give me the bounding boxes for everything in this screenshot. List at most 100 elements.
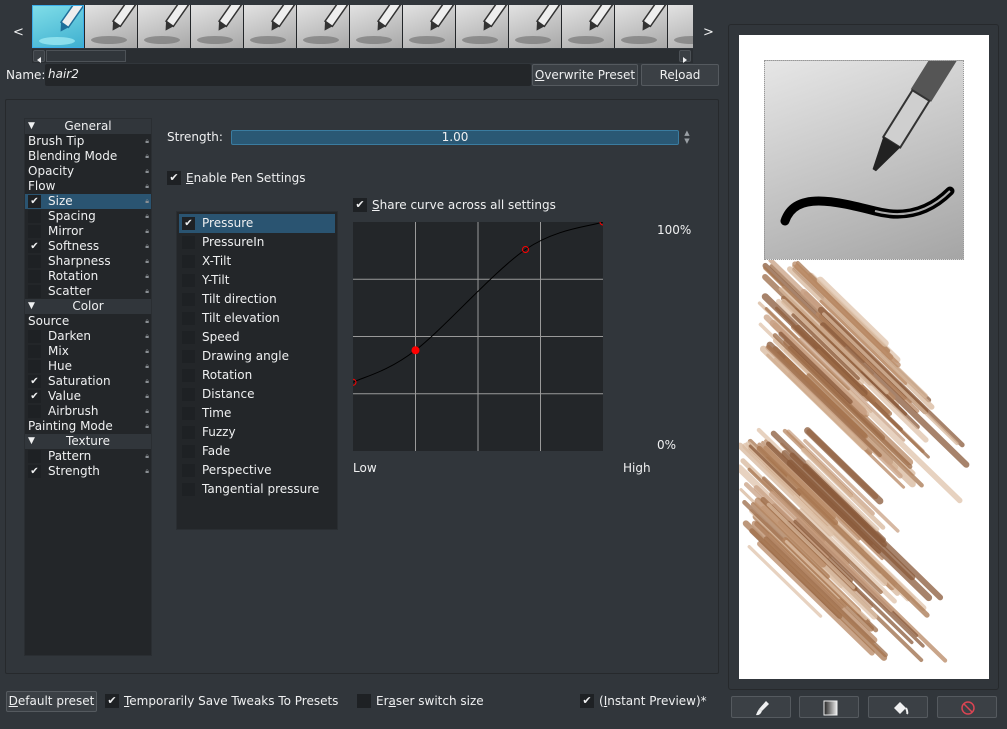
scroll-handle[interactable] — [46, 50, 126, 62]
paintbrush-button[interactable] — [731, 696, 791, 718]
temp-save-tweaks-label[interactable]: Temporarily Save Tweaks To Presets — [124, 694, 338, 708]
lock-icon[interactable]: 🔒︎ — [145, 269, 149, 284]
scratchpad-canvas[interactable] — [739, 35, 989, 679]
sensor-checkbox[interactable] — [182, 350, 195, 363]
curve-graph[interactable] — [349, 218, 607, 451]
preset-strip-prev-button[interactable]: < — [13, 25, 24, 40]
tree-category[interactable]: ▼ General — [25, 119, 151, 134]
temp-save-tweaks-checkbox[interactable]: ✔ — [105, 694, 119, 708]
tree-item[interactable]: Sharpness 🔒︎ — [25, 254, 151, 269]
lock-icon[interactable]: 🔒︎ — [145, 344, 149, 359]
option-checkbox[interactable]: ✔ — [28, 375, 41, 388]
sensor-item[interactable]: Fade — [177, 442, 337, 461]
tree-item[interactable]: ✔ Size 🔒︎ — [25, 194, 151, 209]
scroll-left-button[interactable] — [33, 50, 45, 63]
option-checkbox[interactable] — [28, 270, 41, 283]
instant-preview-label[interactable]: (Instant Preview)* — [599, 694, 707, 708]
sensor-item[interactable]: Y-Tilt — [177, 271, 337, 290]
lock-icon[interactable]: 🔒︎ — [145, 209, 149, 224]
sensor-item[interactable]: Time — [177, 404, 337, 423]
option-checkbox[interactable] — [28, 255, 41, 268]
lock-icon[interactable]: 🔒︎ — [145, 329, 149, 344]
strength-slider[interactable]: 1.00 — [231, 130, 679, 145]
preset-thumb[interactable] — [562, 5, 614, 48]
sensor-item[interactable]: Speed — [177, 328, 337, 347]
tree-item[interactable]: Hue 🔒︎ — [25, 359, 151, 374]
option-checkbox[interactable] — [28, 450, 41, 463]
tree-item[interactable]: ✔ Saturation 🔒︎ — [25, 374, 151, 389]
collapse-triangle-icon[interactable]: ▼ — [28, 119, 35, 134]
tree-item[interactable]: Scatter 🔒︎ — [25, 284, 151, 299]
tree-item[interactable]: Blending Mode 🔒︎ — [25, 149, 151, 164]
tree-item[interactable]: Painting Mode 🔒︎ — [25, 419, 151, 434]
sensor-checkbox[interactable] — [182, 312, 195, 325]
preset-name-input[interactable]: hair2 — [45, 64, 531, 86]
option-checkbox[interactable]: ✔ — [28, 465, 41, 478]
sensor-checkbox[interactable] — [182, 388, 195, 401]
preset-thumb[interactable] — [32, 5, 84, 48]
tree-item[interactable]: ✔ Strength 🔒︎ — [25, 464, 151, 479]
sensor-item[interactable]: Tangential pressure — [177, 480, 337, 499]
tree-item[interactable]: Flow 🔒︎ — [25, 179, 151, 194]
scroll-right-button[interactable] — [679, 50, 691, 63]
collapse-triangle-icon[interactable]: ▼ — [28, 434, 35, 449]
option-checkbox[interactable] — [28, 360, 41, 373]
lock-icon[interactable]: 🔒︎ — [145, 374, 149, 389]
fill-bucket-button[interactable] — [868, 696, 928, 718]
preset-thumb[interactable] — [456, 5, 508, 48]
sensor-checkbox[interactable] — [182, 445, 195, 458]
reload-button[interactable]: Reload — [641, 64, 719, 86]
preset-thumb[interactable] — [85, 5, 137, 48]
option-checkbox[interactable] — [28, 345, 41, 358]
eraser-switch-size-label[interactable]: Eraser switch size — [376, 694, 484, 708]
preset-thumb[interactable] — [297, 5, 349, 48]
sensor-item[interactable]: Distance — [177, 385, 337, 404]
preset-thumb[interactable] — [350, 5, 402, 48]
sensor-checkbox[interactable] — [182, 483, 195, 496]
option-checkbox[interactable]: ✔ — [28, 240, 41, 253]
share-curve-label[interactable]: Share curve across all settings — [372, 198, 556, 212]
tree-category[interactable]: ▼ Texture — [25, 434, 151, 449]
sensor-item[interactable]: X-Tilt — [177, 252, 337, 271]
curve-point-selected[interactable] — [411, 346, 420, 355]
tree-item[interactable]: Opacity 🔒︎ — [25, 164, 151, 179]
brush-option-tree[interactable]: ▼ General Brush Tip 🔒︎ Blending Mode 🔒︎ Opacit… — [24, 118, 152, 656]
preset-strip-next-button[interactable]: > — [703, 25, 714, 40]
option-checkbox[interactable] — [28, 210, 41, 223]
lock-icon[interactable]: 🔒︎ — [145, 134, 149, 149]
lock-icon[interactable]: 🔒︎ — [145, 404, 149, 419]
sensor-checkbox[interactable] — [182, 255, 195, 268]
sensor-checkbox[interactable] — [182, 464, 195, 477]
preset-thumb[interactable] — [615, 5, 667, 48]
tree-item[interactable]: Pattern 🔒︎ — [25, 449, 151, 464]
lock-icon[interactable]: 🔒︎ — [145, 419, 149, 434]
eraser-switch-size-checkbox[interactable] — [357, 694, 371, 708]
enable-pen-settings-label[interactable]: Enable Pen Settings — [186, 171, 306, 185]
tree-category[interactable]: ▼ Color — [25, 299, 151, 314]
lock-icon[interactable]: 🔒︎ — [145, 239, 149, 254]
option-checkbox[interactable]: ✔ — [28, 195, 41, 208]
preset-thumb[interactable] — [138, 5, 190, 48]
enable-pen-settings-checkbox[interactable]: ✔ — [167, 171, 181, 185]
strength-spinner[interactable]: ▲ ▼ — [682, 129, 692, 145]
tree-item[interactable]: Darken 🔒︎ — [25, 329, 151, 344]
lock-icon[interactable]: 🔒︎ — [145, 389, 149, 404]
preset-thumb[interactable] — [403, 5, 455, 48]
lock-icon[interactable]: 🔒︎ — [145, 224, 149, 239]
preset-strip-scrollbar[interactable] — [32, 49, 693, 63]
tree-item[interactable]: Rotation 🔒︎ — [25, 269, 151, 284]
share-curve-checkbox[interactable]: ✔ — [353, 198, 367, 212]
lock-icon[interactable]: 🔒︎ — [145, 194, 149, 209]
option-checkbox[interactable] — [28, 405, 41, 418]
preset-thumb[interactable] — [191, 5, 243, 48]
collapse-triangle-icon[interactable]: ▼ — [28, 299, 35, 314]
sensor-checkbox[interactable]: ✔ — [182, 217, 195, 230]
preset-thumb[interactable] — [244, 5, 296, 48]
instant-preview-checkbox[interactable]: ✔ — [580, 694, 594, 708]
lock-icon[interactable]: 🔒︎ — [145, 449, 149, 464]
option-checkbox[interactable] — [28, 330, 41, 343]
preset-thumb[interactable] — [668, 5, 693, 48]
sensor-item[interactable]: Perspective — [177, 461, 337, 480]
sensor-item[interactable]: Rotation — [177, 366, 337, 385]
lock-icon[interactable]: 🔒︎ — [145, 164, 149, 179]
